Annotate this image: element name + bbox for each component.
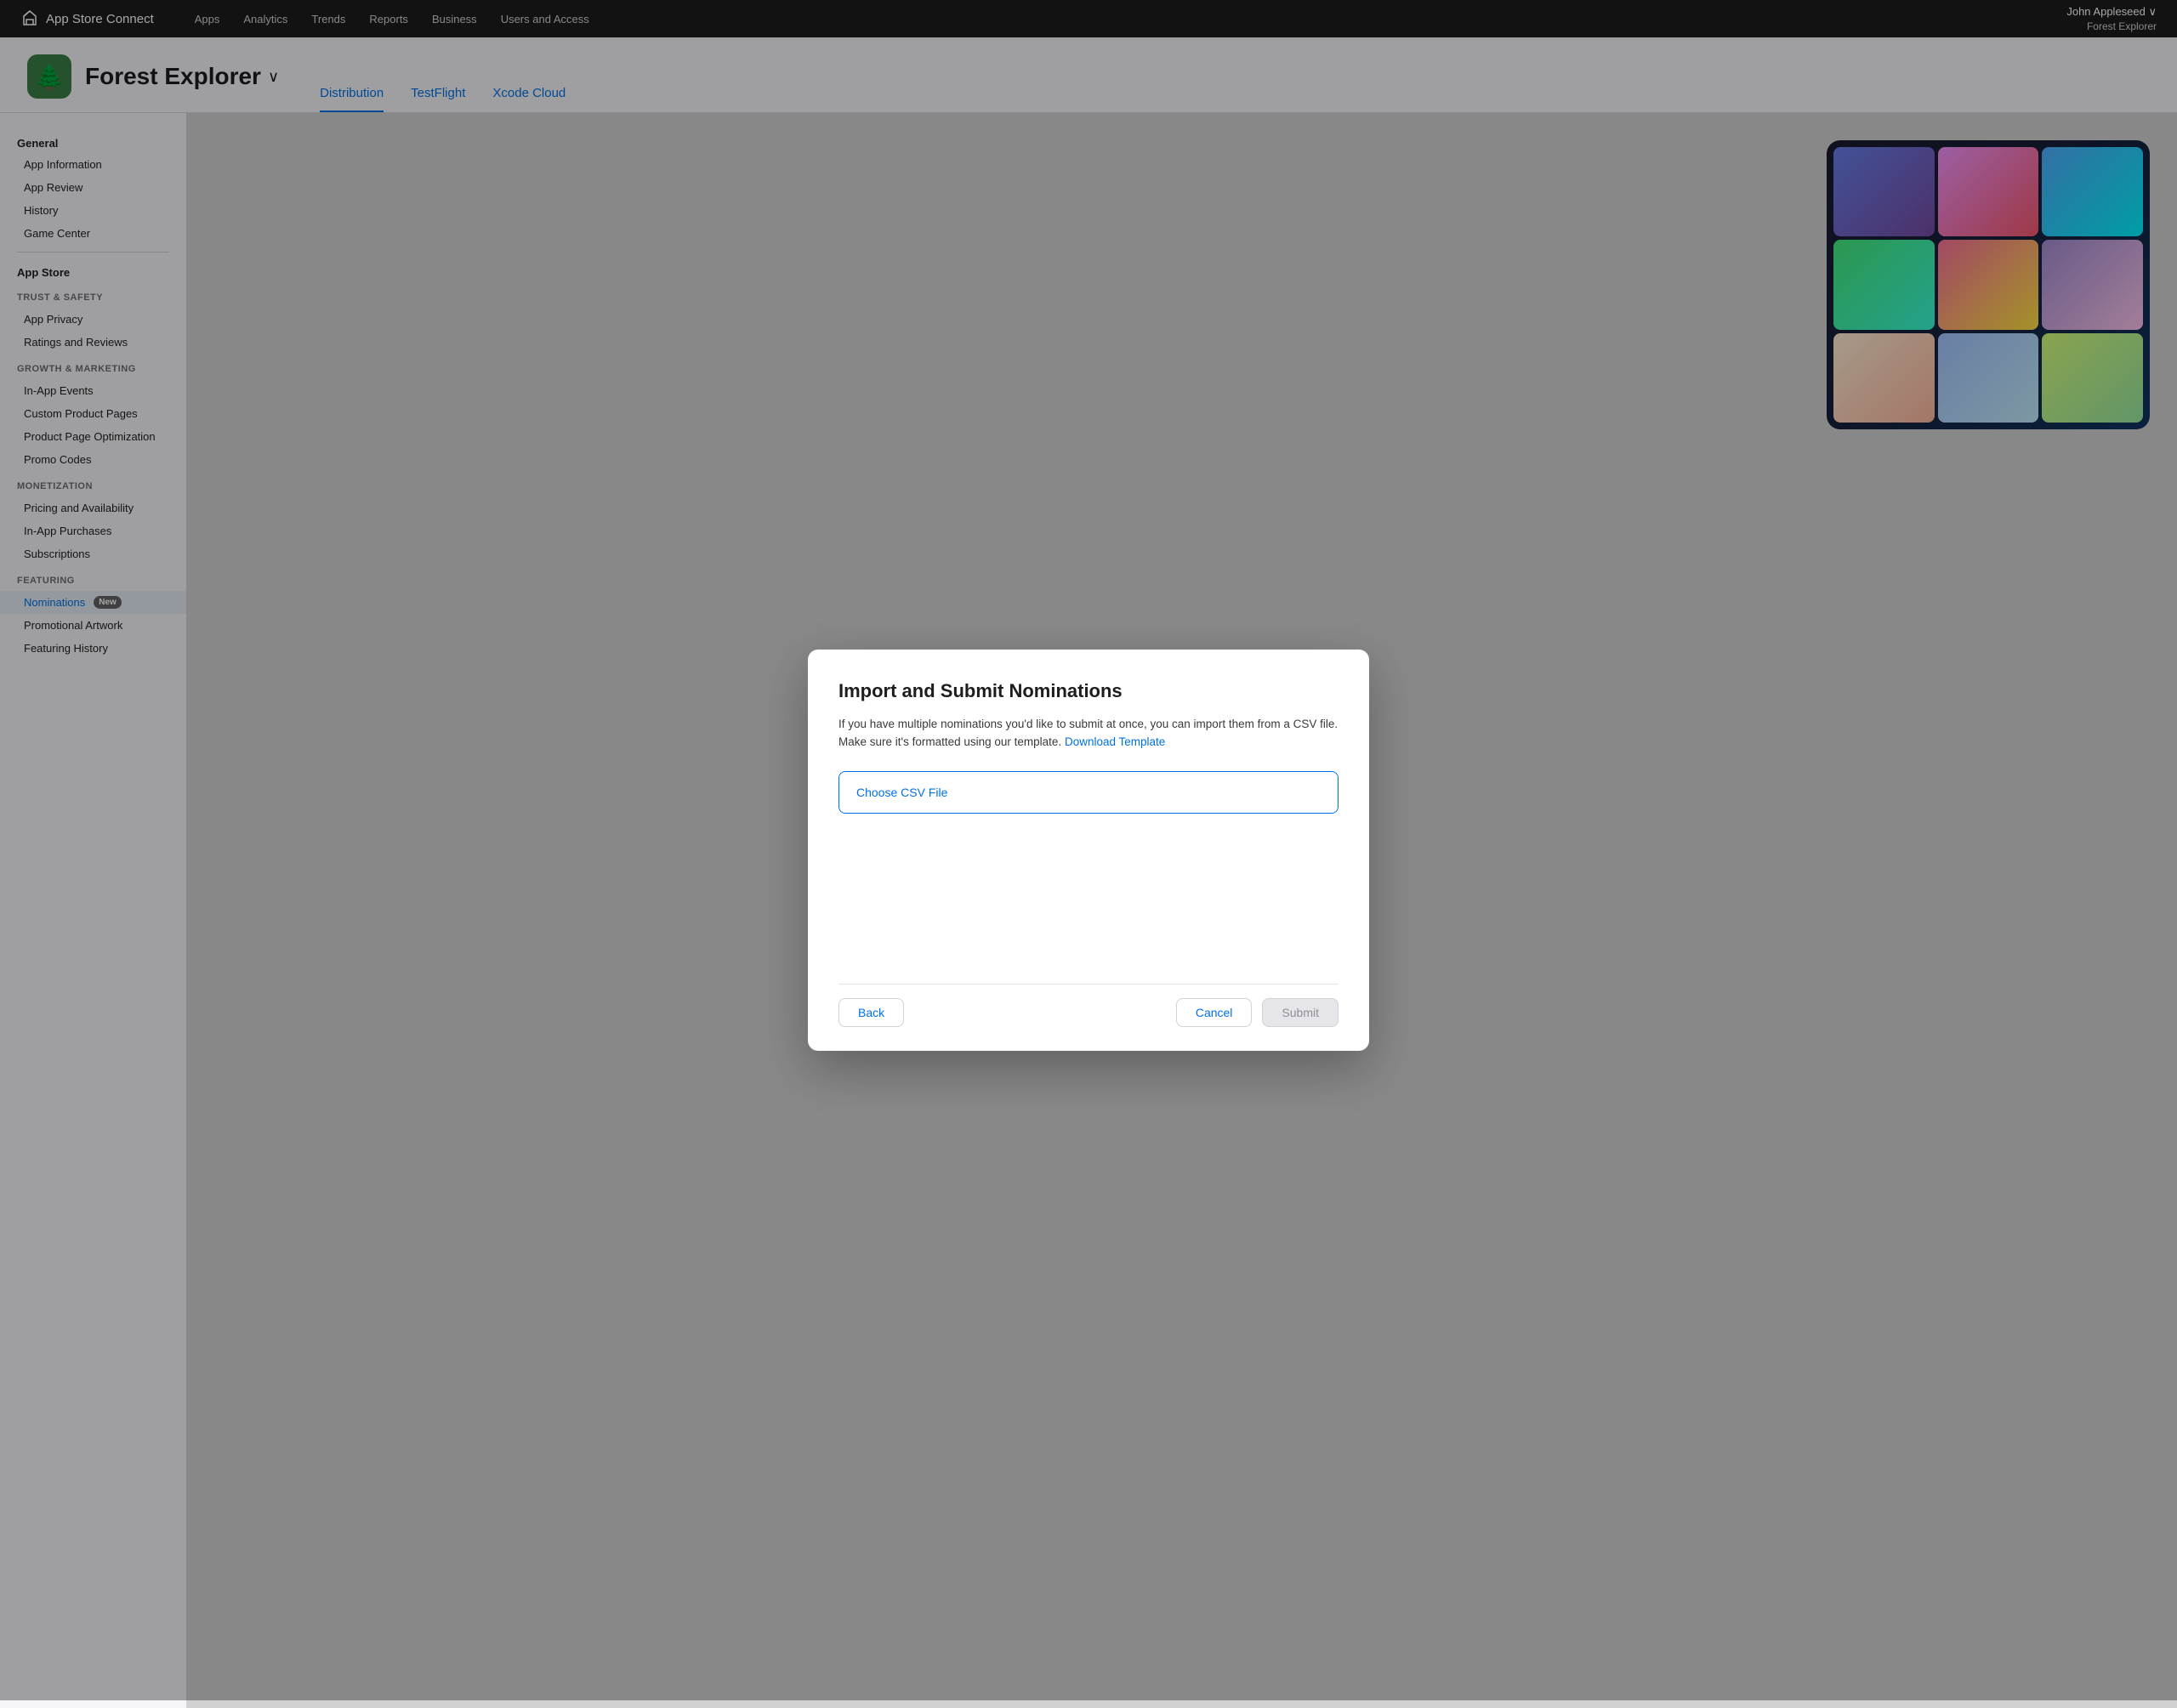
csv-file-label: Choose CSV File — [856, 786, 947, 799]
download-template-link[interactable]: Download Template — [1065, 735, 1165, 748]
modal-right-buttons: Cancel Submit — [1176, 998, 1339, 1027]
modal-footer: Back Cancel Submit — [838, 984, 1339, 1027]
submit-button[interactable]: Submit — [1262, 998, 1339, 1027]
modal-description: If you have multiple nominations you'd l… — [838, 716, 1339, 752]
cancel-button[interactable]: Cancel — [1176, 998, 1253, 1027]
modal-title: Import and Submit Nominations — [838, 680, 1339, 702]
back-button[interactable]: Back — [838, 998, 904, 1027]
csv-file-upload-area[interactable]: Choose CSV File — [838, 771, 1339, 814]
import-nominations-modal: Import and Submit Nominations If you hav… — [808, 650, 1369, 1052]
modal-spacer — [838, 848, 1339, 984]
modal-overlay: Import and Submit Nominations If you hav… — [0, 0, 2177, 1700]
